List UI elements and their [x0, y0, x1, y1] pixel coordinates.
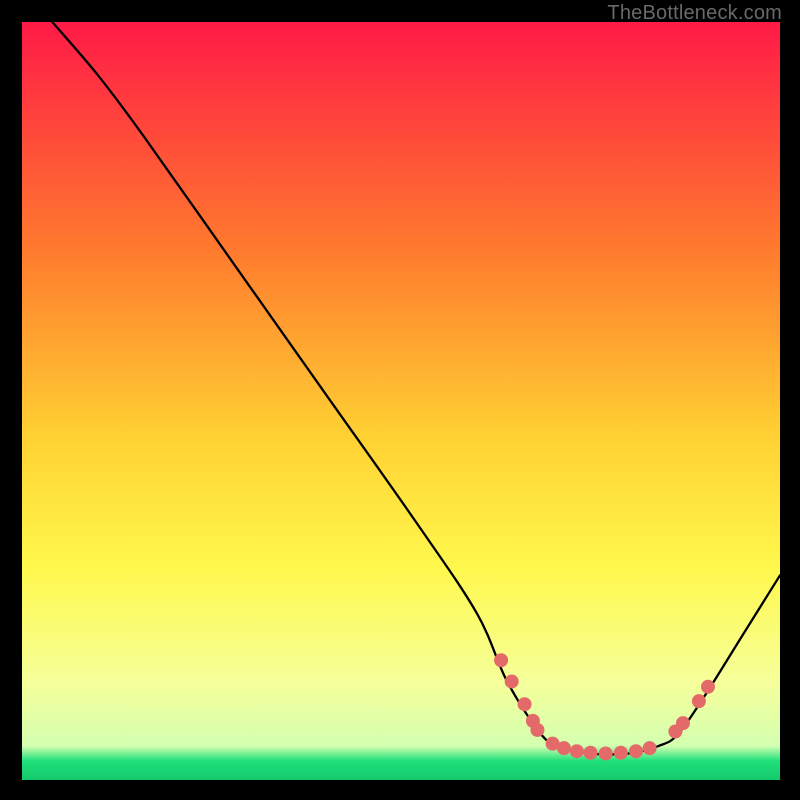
data-marker [505, 674, 519, 688]
data-marker [643, 741, 657, 755]
curve-markers [494, 653, 715, 760]
data-marker [584, 746, 598, 760]
data-marker [676, 716, 690, 730]
data-marker [530, 723, 544, 737]
data-marker [692, 694, 706, 708]
data-marker [629, 744, 643, 758]
data-marker [614, 746, 628, 760]
curve-layer [22, 22, 780, 780]
chart-stage: TheBottleneck.com [0, 0, 800, 800]
data-marker [557, 741, 571, 755]
plot-area [22, 22, 780, 780]
data-marker [701, 680, 715, 694]
attribution-label: TheBottleneck.com [607, 2, 782, 25]
bottleneck-curve [52, 22, 780, 754]
data-marker [570, 744, 584, 758]
data-marker [599, 746, 613, 760]
data-marker [518, 697, 532, 711]
data-marker [494, 653, 508, 667]
